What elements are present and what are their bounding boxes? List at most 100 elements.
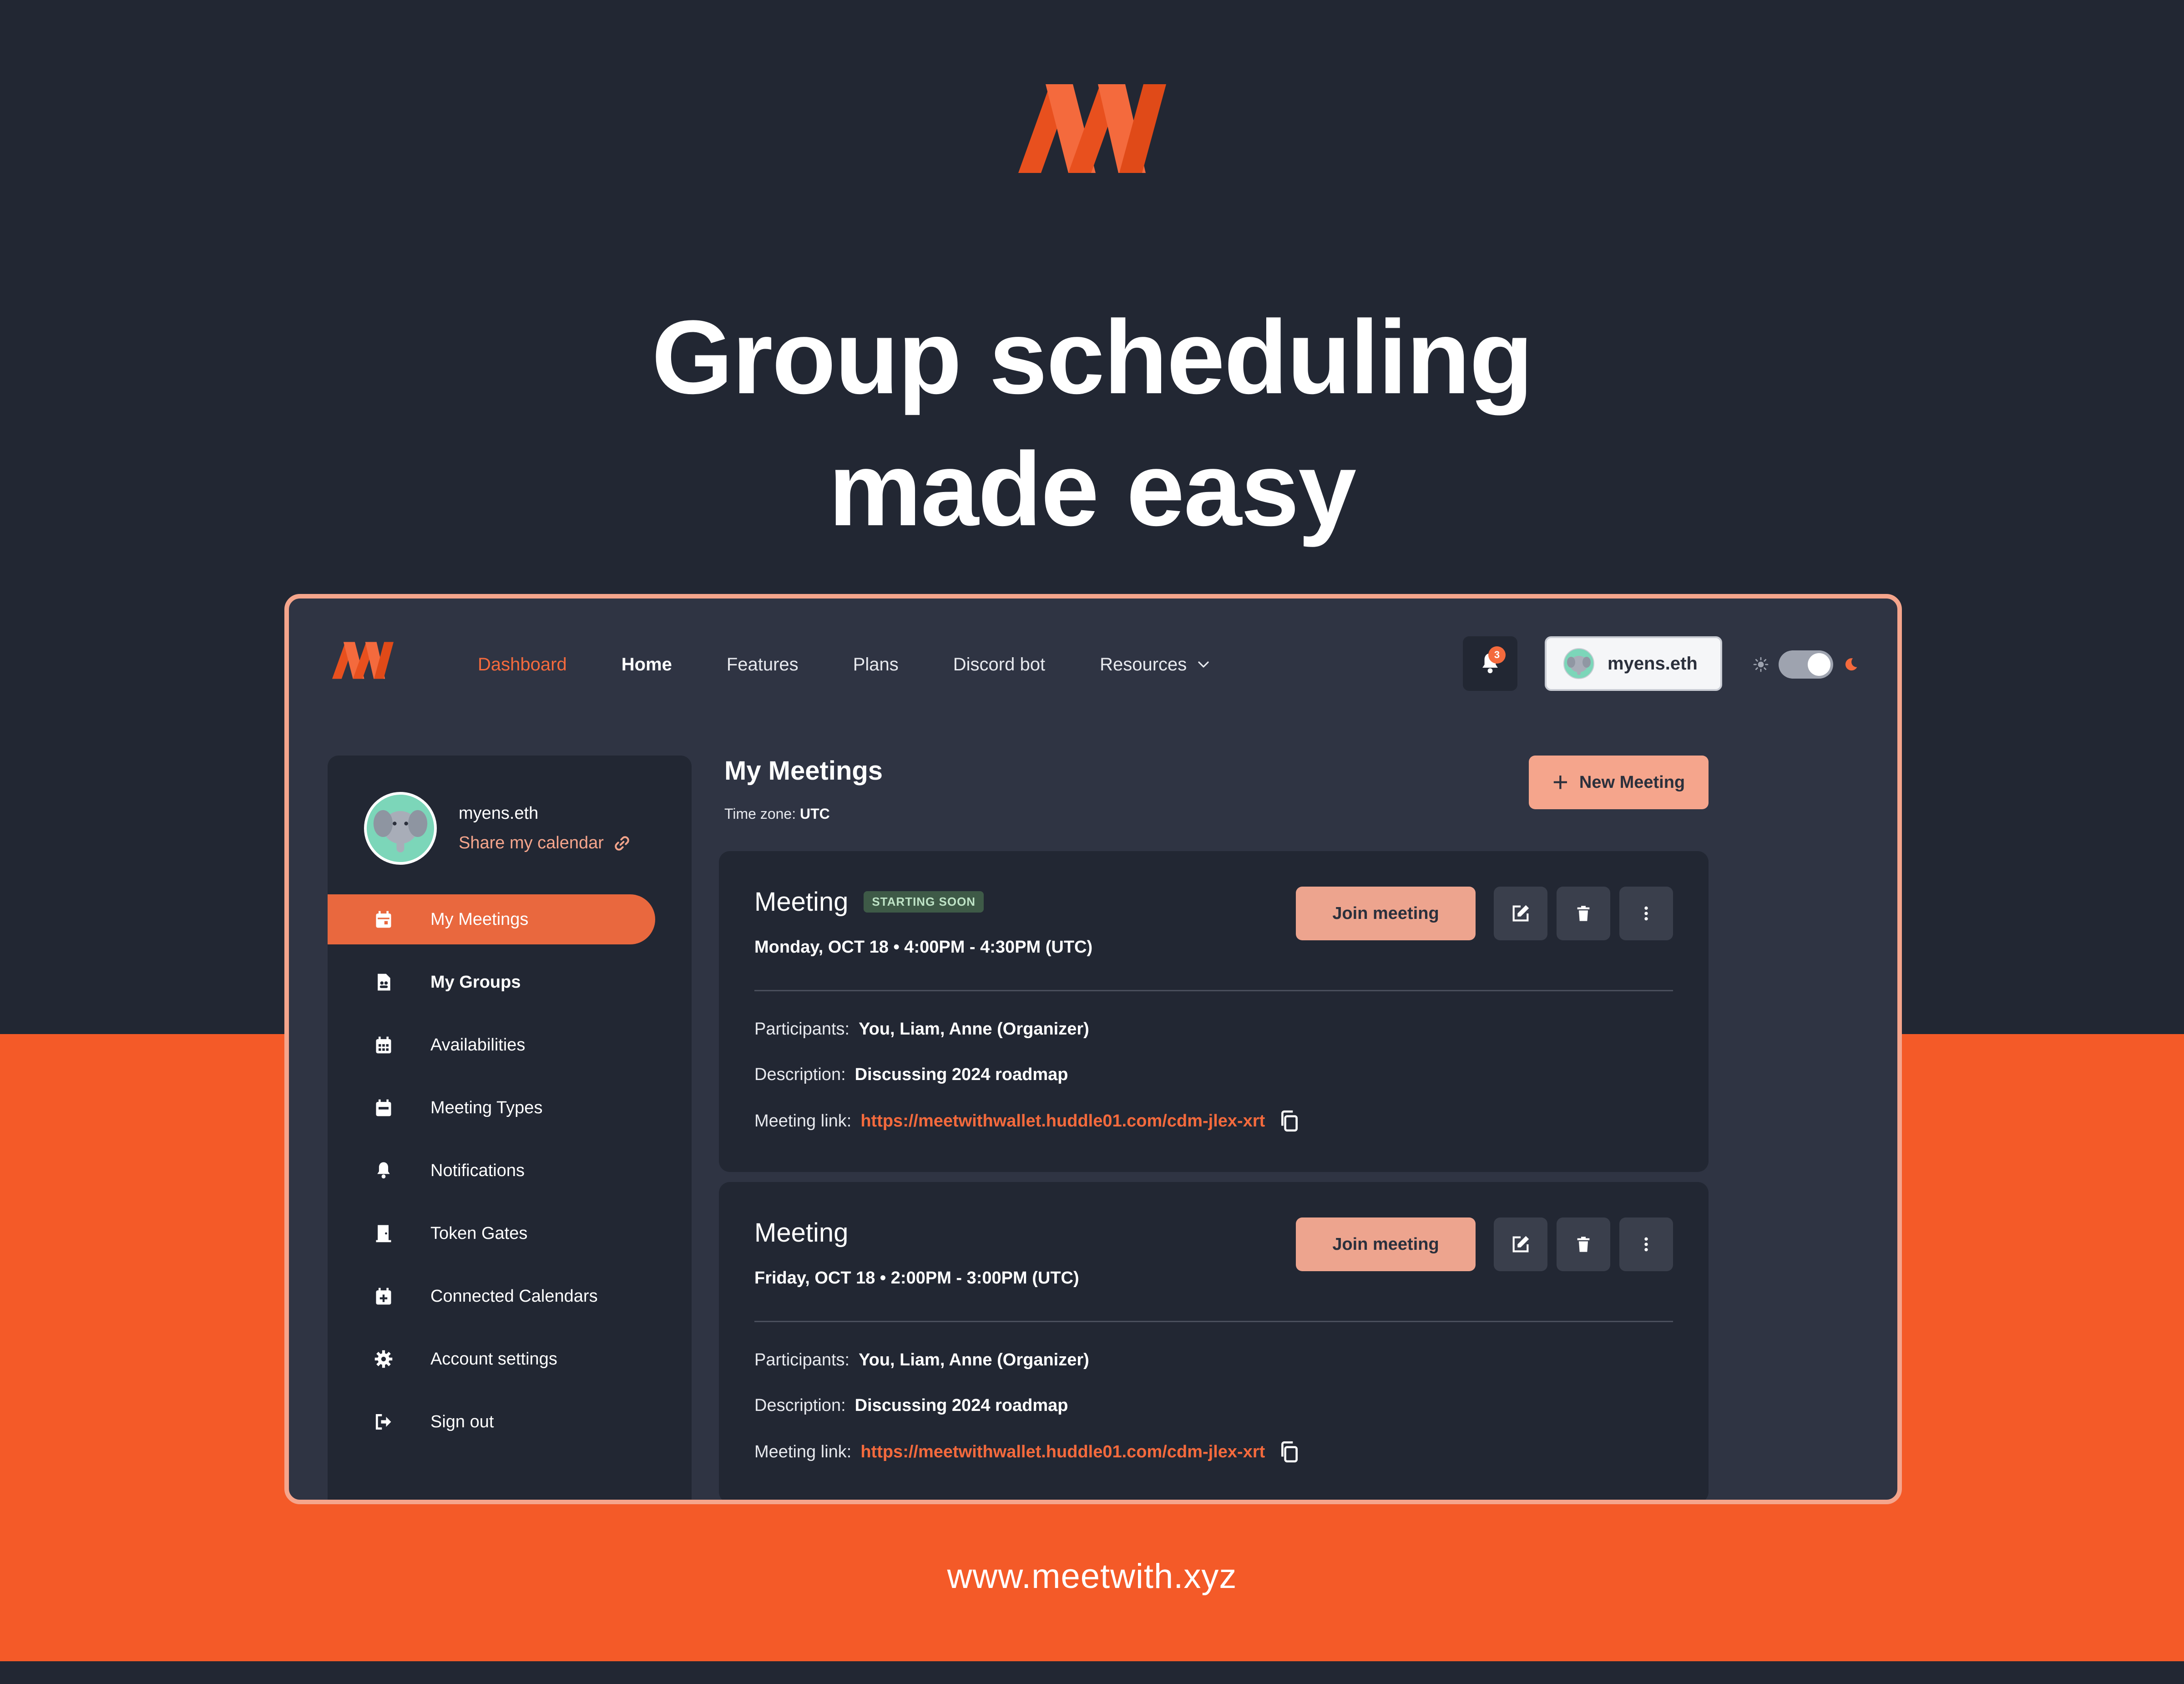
calendar-type-icon xyxy=(373,1097,394,1118)
nav-plans[interactable]: Plans xyxy=(853,654,899,675)
sidebar-item-availabilities[interactable]: Availabilities xyxy=(328,1020,655,1070)
description-row: Description: Discussing 2024 roadmap xyxy=(754,1396,1068,1415)
edit-icon xyxy=(1512,1236,1529,1253)
hero-title-line-2: made easy xyxy=(828,431,1356,548)
copy-icon[interactable] xyxy=(1278,1110,1300,1132)
divider xyxy=(754,990,1673,991)
meeting-datetime: Monday, OCT 18 • 4:00PM - 4:30PM (UTC) xyxy=(754,938,1093,957)
meeting-actions: Join meeting xyxy=(1296,887,1673,940)
sidebar-item-notifications[interactable]: Notifications xyxy=(328,1146,655,1196)
profile: myens.eth Share my calendar xyxy=(364,792,631,865)
more-options-button[interactable] xyxy=(1619,887,1673,940)
trash-icon xyxy=(1577,1237,1590,1252)
description-label: Description: xyxy=(754,1065,846,1084)
user-name: myens.eth xyxy=(1608,653,1698,674)
hero-title: Group scheduling made easy xyxy=(0,291,2184,555)
meeting-link-label: Meeting link: xyxy=(754,1442,852,1461)
calendar-plus-icon xyxy=(373,1286,394,1307)
nav-resources[interactable]: Resources xyxy=(1100,654,1210,675)
meeting-link[interactable]: https://meetwithwallet.huddle01.com/cdm-… xyxy=(860,1442,1265,1462)
sidebar-item-label: Connected Calendars xyxy=(430,1286,598,1306)
nav-dashboard[interactable]: Dashboard xyxy=(478,654,567,675)
divider xyxy=(754,1321,1673,1322)
meeting-link-row: Meeting link: https://meetwithwallet.hud… xyxy=(754,1110,1300,1132)
profile-name: myens.eth xyxy=(459,804,539,823)
bell-icon xyxy=(373,1160,394,1181)
meeting-card: Meeting STARTING SOON Monday, OCT 18 • 4… xyxy=(719,851,1709,1172)
door-icon xyxy=(373,1223,394,1244)
share-calendar-label: Share my calendar xyxy=(459,833,604,852)
share-calendar-link[interactable]: Share my calendar xyxy=(459,833,631,853)
sidebar-item-my-meetings[interactable]: My Meetings xyxy=(328,894,655,944)
website-url[interactable]: www.meetwith.xyz xyxy=(0,1557,2184,1596)
sidebar-item-label: Notifications xyxy=(430,1161,525,1180)
description-row: Description: Discussing 2024 roadmap xyxy=(754,1065,1068,1085)
sidebar-item-my-groups[interactable]: My Groups xyxy=(328,957,655,1007)
meeting-title: Meeting xyxy=(754,1217,848,1248)
more-vertical-icon xyxy=(1644,906,1648,921)
description-value: Discussing 2024 roadmap xyxy=(854,1396,1068,1415)
profile-avatar[interactable] xyxy=(364,792,437,865)
participants-row: Participants: You, Liam, Anne (Organizer… xyxy=(754,1350,1089,1370)
edit-meeting-button[interactable] xyxy=(1494,1217,1547,1271)
theme-toggle[interactable] xyxy=(1779,650,1833,679)
sidebar-item-meeting-types[interactable]: Meeting Types xyxy=(328,1083,655,1133)
meeting-title-text: Meeting xyxy=(754,1218,849,1248)
group-file-icon xyxy=(373,972,394,993)
edit-meeting-button[interactable] xyxy=(1494,887,1547,940)
nav-features[interactable]: Features xyxy=(727,654,799,675)
sidebar-item-label: My Meetings xyxy=(430,909,529,929)
gear-icon xyxy=(373,1349,394,1370)
join-meeting-button[interactable]: Join meeting xyxy=(1296,1217,1476,1271)
sidebar-item-account-settings[interactable]: Account settings xyxy=(328,1334,655,1384)
join-meeting-button[interactable]: Join meeting xyxy=(1296,887,1476,940)
sidebar-item-label: Availabilities xyxy=(430,1035,526,1055)
new-meeting-label: New Meeting xyxy=(1579,772,1685,792)
sidebar-item-label: Token Gates xyxy=(430,1223,528,1243)
delete-meeting-button[interactable] xyxy=(1557,1217,1610,1271)
elephant-avatar-icon xyxy=(367,795,434,862)
chevron-down-icon xyxy=(1198,661,1209,668)
participants-value: You, Liam, Anne (Organizer) xyxy=(859,1020,1089,1039)
nav-home[interactable]: Home xyxy=(622,654,672,675)
more-vertical-icon xyxy=(1644,1237,1648,1252)
more-options-button[interactable] xyxy=(1619,1217,1673,1271)
toggle-knob xyxy=(1808,653,1830,676)
participants-label: Participants: xyxy=(754,1350,850,1370)
status-badge: STARTING SOON xyxy=(864,891,984,913)
meeting-link[interactable]: https://meetwithwallet.huddle01.com/cdm-… xyxy=(860,1111,1265,1131)
participants-row: Participants: You, Liam, Anne (Organizer… xyxy=(754,1020,1089,1039)
page-title: My Meetings xyxy=(724,756,883,786)
plus-icon: + xyxy=(1552,767,1568,797)
theme-switch xyxy=(1753,649,1859,680)
nav-resources-label: Resources xyxy=(1100,654,1187,675)
new-meeting-button[interactable]: + New Meeting xyxy=(1529,756,1709,809)
meeting-title: Meeting STARTING SOON xyxy=(754,887,984,917)
delete-meeting-button[interactable] xyxy=(1557,887,1610,940)
description-value: Discussing 2024 roadmap xyxy=(854,1065,1068,1084)
bottom-strip xyxy=(0,1661,2184,1684)
copy-icon[interactable] xyxy=(1278,1441,1300,1463)
meeting-card: Meeting Friday, OCT 18 • 2:00PM - 3:00PM… xyxy=(719,1182,1709,1500)
sidebar-item-label: Account settings xyxy=(430,1349,557,1369)
user-menu-button[interactable]: myens.eth xyxy=(1545,636,1722,691)
calendar-icon xyxy=(373,909,394,930)
avatar xyxy=(1563,648,1594,679)
notification-count-badge: 3 xyxy=(1488,646,1506,664)
meeting-link-row: Meeting link: https://meetwithwallet.hud… xyxy=(754,1441,1300,1463)
app-window: Dashboard Home Features Plans Discord bo… xyxy=(284,594,1902,1504)
sidebar-item-connected-calendars[interactable]: Connected Calendars xyxy=(328,1271,655,1321)
sidebar: myens.eth Share my calendar My Meetings xyxy=(328,756,692,1500)
meeting-link-label: Meeting link: xyxy=(754,1111,852,1131)
nav-discord-bot[interactable]: Discord bot xyxy=(953,654,1045,675)
app-logo[interactable] xyxy=(332,639,394,680)
top-nav: Dashboard Home Features Plans Discord bo… xyxy=(478,651,1265,678)
sidebar-item-label: Sign out xyxy=(430,1412,494,1431)
sidebar-item-token-gates[interactable]: Token Gates xyxy=(328,1208,655,1258)
notifications-button[interactable]: 3 xyxy=(1463,636,1517,691)
sidebar-item-sign-out[interactable]: Sign out xyxy=(328,1397,655,1447)
trash-icon xyxy=(1577,906,1590,921)
sign-out-icon xyxy=(373,1411,394,1432)
hero-title-line-1: Group scheduling xyxy=(652,299,1533,416)
participants-value: You, Liam, Anne (Organizer) xyxy=(859,1350,1089,1370)
